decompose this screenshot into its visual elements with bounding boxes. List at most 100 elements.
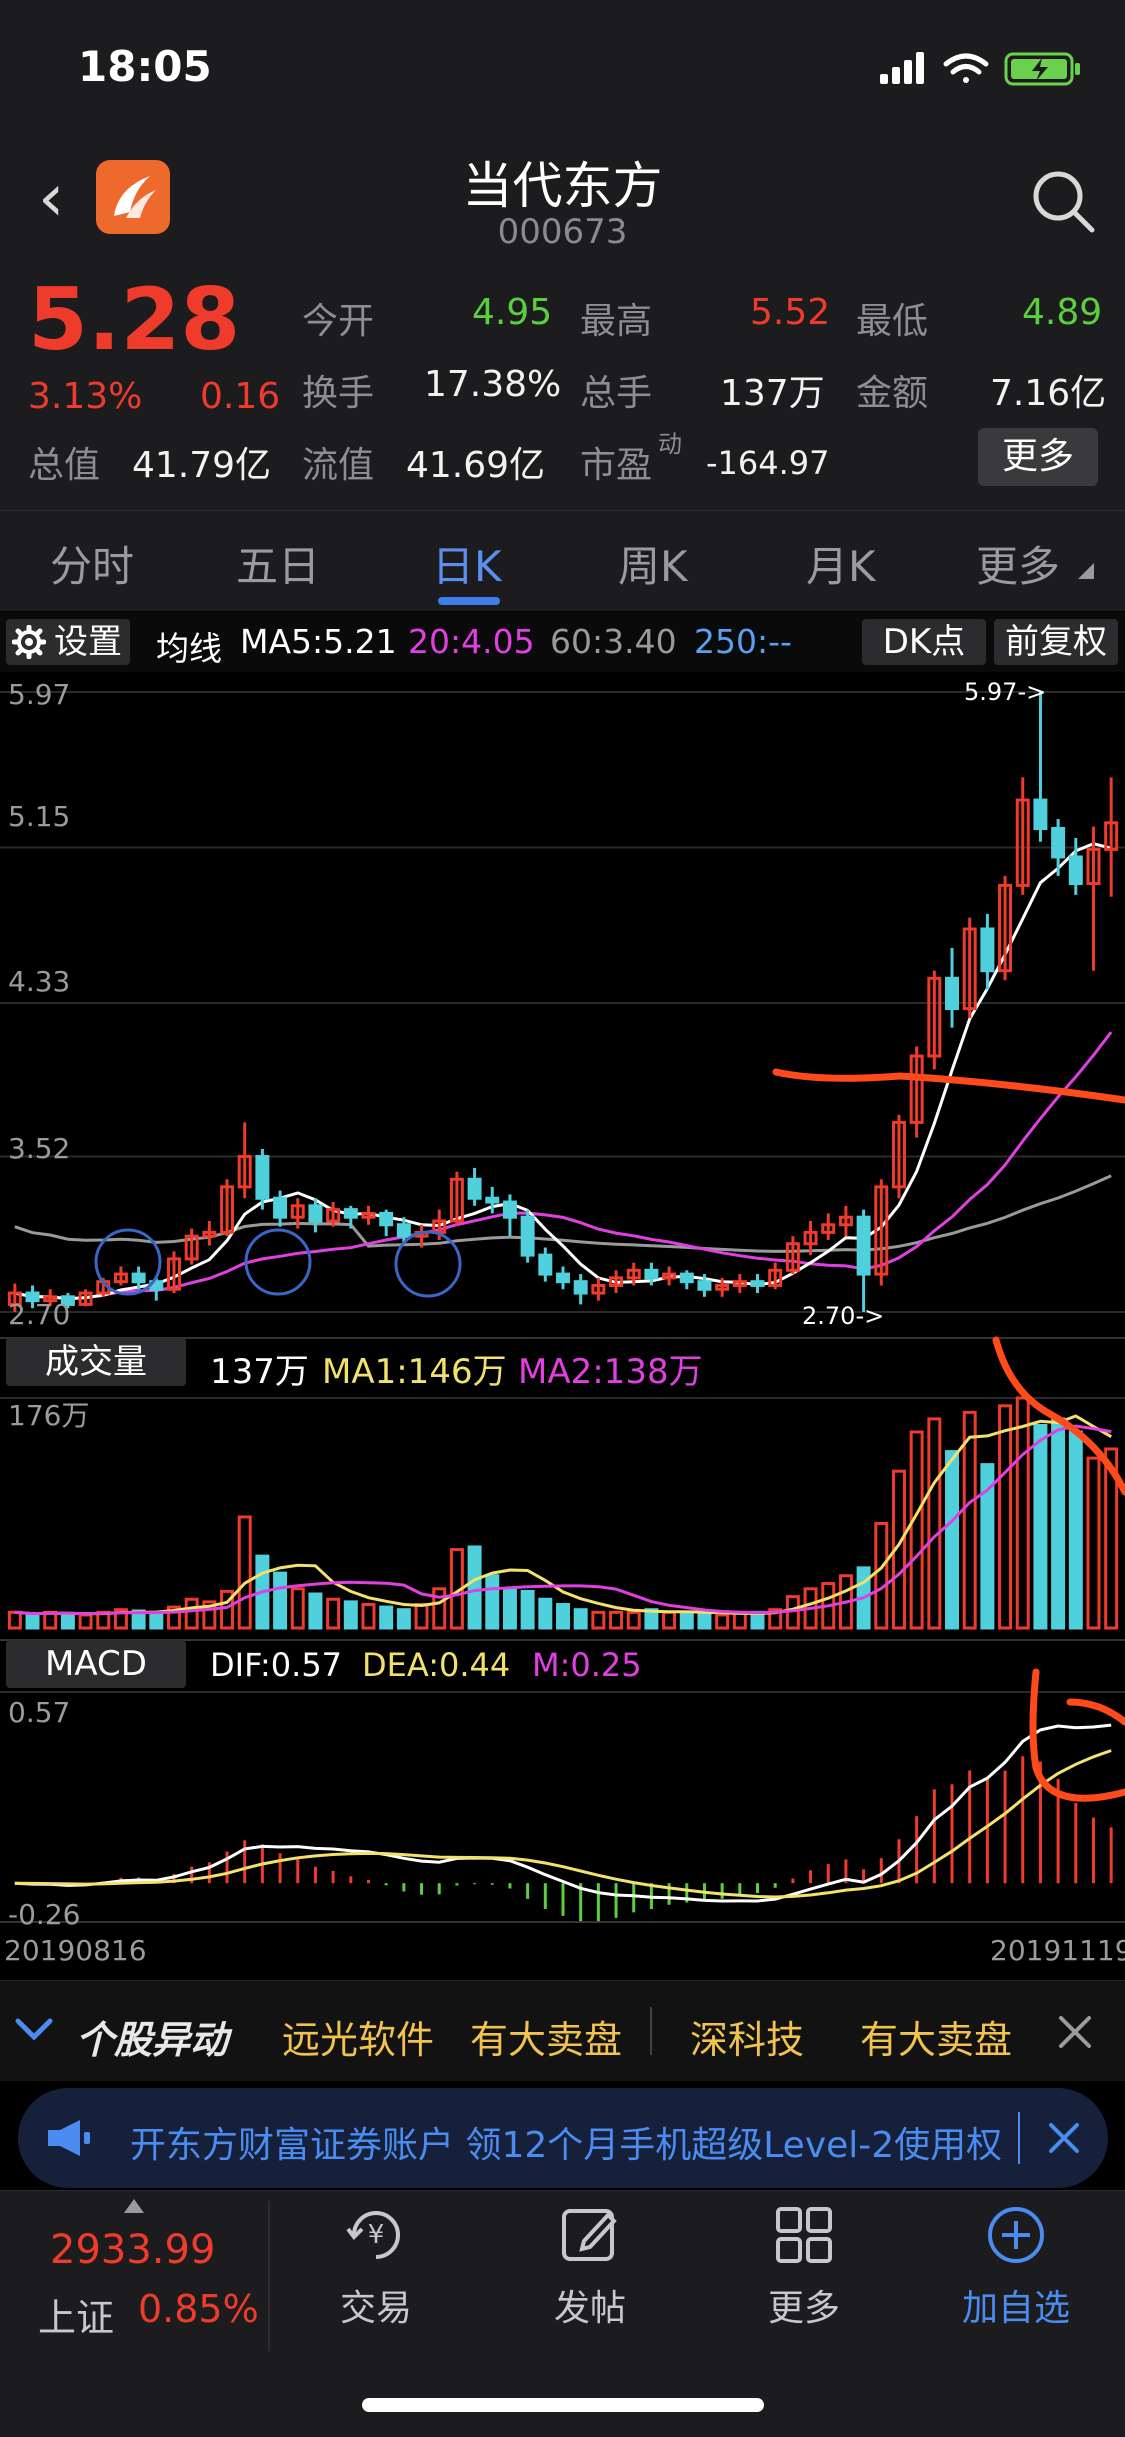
- stock-alert-ticker: 个股异动 远光软件 有大卖盘 深科技 有大卖盘: [0, 1980, 1125, 2081]
- tab-daily-k[interactable]: 日K: [432, 533, 502, 594]
- volume-bar: [290, 1587, 305, 1630]
- ma20-value: 20:4.05: [408, 622, 535, 661]
- signal-icon: [880, 52, 924, 84]
- candle-body: [131, 1272, 146, 1284]
- tab-post[interactable]: 发帖: [500, 2201, 680, 2331]
- ma-title: 均线: [156, 629, 222, 668]
- ma5-line: [14, 842, 1112, 1301]
- caret-icon: [1078, 563, 1094, 579]
- promo-text: 开东方财富证券账户 领12个月手机超级Level-2使用权: [130, 2125, 1003, 2166]
- volume-bar: [697, 1613, 712, 1630]
- volume-bar: [626, 1610, 641, 1630]
- chart-grid: [0, 691, 1125, 1923]
- ma5-value: MA5:5.21: [240, 622, 397, 661]
- promo-close-icon[interactable]: [1048, 2122, 1080, 2154]
- candle-body: [679, 1272, 694, 1284]
- candle-body: [273, 1196, 288, 1219]
- float-value: 41.69亿: [406, 445, 546, 486]
- open-label: 今开: [302, 301, 375, 342]
- status-time: 18:05: [78, 42, 212, 91]
- candle-body: [485, 1196, 500, 1204]
- promo-divider: [1018, 2112, 1020, 2164]
- volume-bar: [149, 1610, 164, 1630]
- add-circle-icon: [988, 2207, 1044, 2263]
- volume-bar: [662, 1610, 677, 1630]
- ticker-divider: [650, 2007, 652, 2055]
- macd-dif-line: [14, 1723, 1112, 1903]
- volume-bar: [343, 1600, 358, 1630]
- volume-bar: [609, 1610, 624, 1630]
- close-icon[interactable]: [1058, 2015, 1092, 2049]
- last-price: 5.28: [28, 270, 241, 370]
- adjust-button[interactable]: 前复权: [994, 619, 1118, 665]
- promo-banner[interactable]: 开东方财富证券账户 领12个月手机超级Level-2使用权: [18, 2088, 1108, 2188]
- low-value: 4.89: [1022, 292, 1103, 333]
- volume-bar: [538, 1597, 553, 1630]
- volume-ma1: MA1:146万: [322, 1352, 507, 1392]
- volume-bar: [1033, 1423, 1048, 1630]
- tab-more-apps[interactable]: 更多: [714, 2201, 894, 2331]
- tab-weekly-k[interactable]: 周K: [618, 533, 688, 594]
- ticker-stock-1[interactable]: 远光软件: [282, 2009, 434, 2064]
- amount-value: 7.16亿: [990, 373, 1107, 414]
- volume-indicator-button[interactable]: 成交量: [6, 1338, 186, 1386]
- stock-name: 当代东方: [462, 157, 663, 215]
- annotation-stroke: [772, 1068, 1125, 1104]
- volume-bar: [998, 1404, 1013, 1630]
- volume-bar: [1015, 1396, 1030, 1630]
- search-icon[interactable]: [1030, 168, 1096, 234]
- volume-bar: [361, 1602, 376, 1630]
- up-arrow-icon: [124, 2199, 144, 2213]
- candle-body: [1033, 798, 1048, 831]
- ticker-action-2: 有大卖盘: [860, 2018, 1013, 2062]
- volume-axis: 176万: [8, 1399, 90, 1432]
- macd-axis-top: 0.57: [8, 1696, 71, 1729]
- candle-body: [1068, 855, 1083, 885]
- macd-indicator-button[interactable]: MACD: [6, 1640, 186, 1688]
- candle-body: [556, 1272, 570, 1284]
- more-quote-button[interactable]: 更多: [978, 428, 1098, 486]
- price-axis-3: 4.33: [8, 965, 71, 998]
- volume-bar: [874, 1521, 889, 1630]
- turnover-label: 换手: [302, 373, 375, 414]
- signal-marker-icon: [394, 1230, 462, 1298]
- settings-button[interactable]: 设置: [6, 619, 130, 665]
- volume-bar: [273, 1571, 288, 1630]
- candle-body: [255, 1155, 270, 1200]
- candle-body: [945, 976, 959, 1011]
- index-value[interactable]: 2933.99: [50, 2227, 215, 2273]
- ticker-stock-2[interactable]: 深科技: [690, 2009, 804, 2064]
- index-name: 上证: [38, 2296, 115, 2340]
- candle-body: [467, 1177, 482, 1200]
- volume-bar: [25, 1613, 40, 1630]
- edit-icon: [562, 2209, 617, 2261]
- price-axis-top: 5.97: [8, 678, 71, 711]
- tab-five-day[interactable]: 五日: [236, 533, 320, 594]
- tab-trade[interactable]: ¥ 交易: [286, 2201, 466, 2331]
- tab-monthly-k[interactable]: 月K: [806, 533, 876, 594]
- high-label: 最高: [580, 301, 653, 342]
- tab-more[interactable]: 更多: [976, 533, 1060, 594]
- chevron-down-icon[interactable]: [14, 2017, 54, 2043]
- kline-chart[interactable]: [0, 672, 1125, 1980]
- tab-intraday[interactable]: 分时: [50, 533, 134, 594]
- date-start: 20190816: [4, 1934, 147, 1967]
- volume-bar: [909, 1430, 924, 1630]
- ma60-value: 60:3.40: [550, 622, 677, 661]
- volume-bar: [7, 1610, 22, 1630]
- tab-trade-label: 交易: [339, 2288, 412, 2329]
- trade-icon: ¥: [346, 2211, 400, 2259]
- tab-add-watchlist[interactable]: 加自选: [926, 2201, 1106, 2331]
- volume-bar: [573, 1608, 588, 1630]
- macd-dif: DIF:0.57: [210, 1646, 343, 1684]
- battery-icon: [1004, 52, 1080, 86]
- tabbar-divider: [268, 2201, 270, 2351]
- macd-panel: [14, 1723, 1113, 1922]
- dk-button[interactable]: DK点: [862, 619, 986, 665]
- volume-bar: [237, 1515, 252, 1630]
- settings-label: 设置: [54, 622, 122, 662]
- volume-label: 总手: [580, 373, 653, 414]
- tab-add-watchlist-label: 加自选: [961, 2288, 1070, 2329]
- price-axis-bottom: 2.70: [8, 1298, 71, 1331]
- volume-bar: [927, 1417, 942, 1630]
